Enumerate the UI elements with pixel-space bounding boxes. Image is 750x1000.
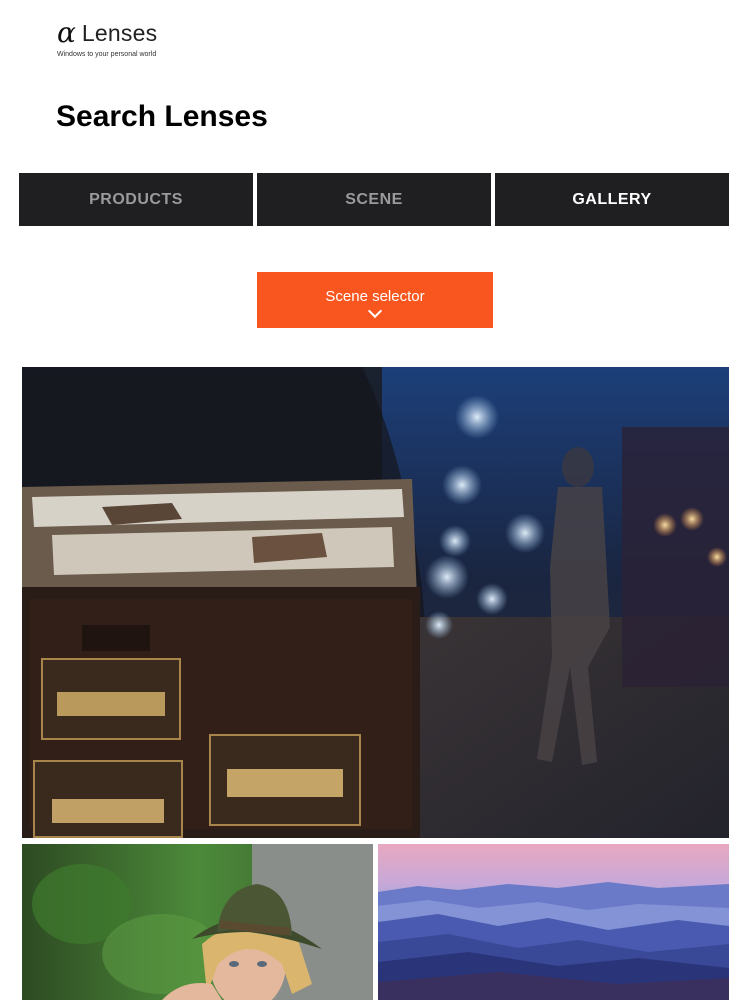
chevron-down-icon bbox=[367, 303, 383, 319]
section-tabs: PRODUCTS SCENE GALLERY bbox=[19, 173, 729, 226]
logo-text: Lenses bbox=[81, 19, 158, 46]
tab-scene[interactable]: SCENE bbox=[257, 173, 491, 226]
alpha-lenses-logo[interactable]: α Lenses Windows to your personal world bbox=[57, 16, 158, 59]
logo-tagline: Windows to your personal world bbox=[57, 51, 157, 58]
gallery-photo-portrait[interactable] bbox=[22, 844, 373, 1000]
tab-products[interactable]: PRODUCTS bbox=[19, 173, 253, 226]
page-title: Search Lenses bbox=[56, 100, 268, 133]
alpha-logo-icon: α bbox=[57, 16, 76, 49]
gallery-photo-mountains[interactable] bbox=[378, 844, 729, 1000]
gallery-photo-night-street[interactable] bbox=[22, 367, 729, 838]
scene-selector-button[interactable]: Scene selector bbox=[257, 272, 493, 328]
tab-gallery[interactable]: GALLERY bbox=[495, 173, 729, 226]
scene-selector-label: Scene selector bbox=[325, 288, 425, 305]
